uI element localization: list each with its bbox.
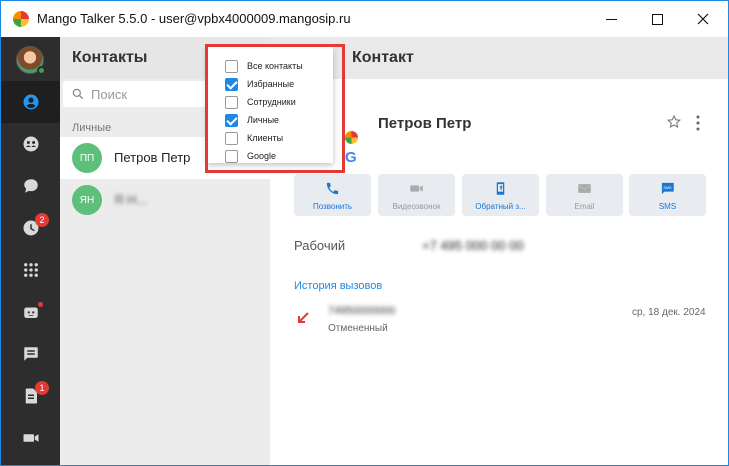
nav-item-video[interactable] xyxy=(1,417,60,459)
email-icon xyxy=(578,184,591,193)
contact-list-item[interactable]: ЯН Я Н... xyxy=(60,179,270,221)
contact-avatar: ЯН xyxy=(72,185,102,215)
favorite-star-icon[interactable] xyxy=(666,114,682,130)
history-badge: 2 xyxy=(35,213,49,227)
videocam-icon xyxy=(410,185,423,192)
video-call-button[interactable]: Видеозвонок xyxy=(378,174,455,216)
minimize-icon xyxy=(605,18,617,20)
call-history-title: История вызовов xyxy=(294,280,383,292)
close-icon xyxy=(697,13,709,25)
filter-option-label: Избранные xyxy=(247,79,295,89)
filter-option-personal[interactable]: Личные xyxy=(217,113,329,129)
checkbox[interactable] xyxy=(225,132,238,145)
callback-button[interactable]: Обратный з... xyxy=(462,174,539,216)
app-window: Mango Talker 5.5.0 - user@vpbx4000009.ma… xyxy=(0,0,729,466)
left-nav: 2 1 xyxy=(1,37,60,465)
nav-item-messages[interactable] xyxy=(1,333,60,375)
filter-option-google[interactable]: Google xyxy=(217,149,329,165)
checkbox[interactable] xyxy=(225,96,238,109)
more-vert-icon[interactable] xyxy=(695,115,701,131)
checkbox-checked[interactable] xyxy=(225,114,238,127)
search-icon xyxy=(72,88,84,100)
contact-name: Я Н... xyxy=(114,192,148,207)
person-icon xyxy=(23,94,38,110)
bot-icon xyxy=(23,307,38,318)
callback-icon xyxy=(496,182,505,195)
sms-icon: SMS xyxy=(661,182,674,195)
filter-option-employees[interactable]: Сотрудники xyxy=(217,95,329,111)
checkbox[interactable] xyxy=(225,60,238,73)
sms-button[interactable]: SMS SMS xyxy=(629,174,706,216)
video-call-button-label: Видеозвонок xyxy=(392,202,441,211)
contact-full-name: Петров Петр xyxy=(378,115,472,132)
nav-item-tasks[interactable]: 1 xyxy=(1,375,60,417)
call-history-status: Отмененный xyxy=(328,323,388,334)
phone-type-label: Рабочий xyxy=(294,238,346,253)
maximize-button[interactable] xyxy=(634,1,680,37)
nav-item-bot[interactable] xyxy=(1,291,60,333)
chat-icon xyxy=(23,179,38,193)
contacts-title: Контакты xyxy=(72,49,148,66)
google-source-icon: G xyxy=(345,149,357,166)
filter-option-label: Клиенты xyxy=(247,133,284,143)
email-button[interactable]: Email xyxy=(546,174,623,216)
sms-button-label: SMS xyxy=(658,202,677,211)
section-label-personal: Личные xyxy=(72,122,112,134)
title-bar: Mango Talker 5.5.0 - user@vpbx4000009.ma… xyxy=(1,1,728,37)
email-button-label: Email xyxy=(574,202,595,211)
phone-icon xyxy=(326,182,339,195)
checkbox-checked[interactable] xyxy=(225,78,238,91)
call-history-date: ср, 18 дек. 2024 xyxy=(632,307,706,318)
mango-logo-icon xyxy=(13,11,29,27)
call-history-number[interactable]: 74950000000 xyxy=(328,305,395,317)
contacts-filter-menu: Все контакты Избранные Сотрудники Личные… xyxy=(207,47,333,163)
nav-item-history[interactable]: 2 xyxy=(1,207,60,249)
group-icon xyxy=(23,136,38,152)
filter-option-label: Google xyxy=(247,151,277,161)
contact-actions: Позвонить Видеозвонок Обратный з... Emai… xyxy=(294,174,706,216)
nav-item-groups[interactable] xyxy=(1,123,60,165)
missed-call-arrow-icon xyxy=(298,312,309,323)
close-button[interactable] xyxy=(680,1,726,37)
nav-item-chats[interactable] xyxy=(1,165,60,207)
contact-avatar: ПП xyxy=(72,143,102,173)
call-button[interactable]: Позвонить xyxy=(294,174,371,216)
minimize-button[interactable] xyxy=(588,1,634,37)
filter-option-label: Все контакты xyxy=(247,61,303,71)
mango-source-icon xyxy=(345,131,358,144)
filter-option-label: Сотрудники xyxy=(247,97,296,107)
tasks-badge: 1 xyxy=(35,381,49,395)
online-status-icon xyxy=(37,66,46,75)
bot-notification-dot xyxy=(38,302,43,307)
contact-detail-panel: Контакт G Петров Петр Позвонить Видеозво… xyxy=(270,37,728,465)
window-title: Mango Talker 5.5.0 - user@vpbx4000009.ma… xyxy=(37,11,351,26)
checkbox[interactable] xyxy=(225,150,238,163)
maximize-icon xyxy=(651,13,663,25)
contact-name: Петров Петр xyxy=(114,150,191,165)
phone-number[interactable]: +7 495 000 00 00 xyxy=(422,238,524,253)
filter-option-label: Личные xyxy=(247,115,280,125)
nav-item-dialpad[interactable] xyxy=(1,249,60,291)
detail-header: Контакт xyxy=(270,37,728,79)
filter-option-favorites[interactable]: Избранные xyxy=(217,77,329,93)
call-button-label: Позвонить xyxy=(312,202,353,211)
callback-button-label: Обратный з... xyxy=(475,202,526,211)
svg-text:SMS: SMS xyxy=(663,186,672,190)
video-icon xyxy=(23,434,38,442)
detail-header-title: Контакт xyxy=(352,49,414,66)
nav-item-contacts[interactable] xyxy=(1,81,60,123)
filter-option-clients[interactable]: Клиенты xyxy=(217,131,329,147)
message-list-icon xyxy=(23,347,38,361)
filter-option-all[interactable]: Все контакты xyxy=(217,59,329,75)
dialpad-icon xyxy=(23,263,38,277)
